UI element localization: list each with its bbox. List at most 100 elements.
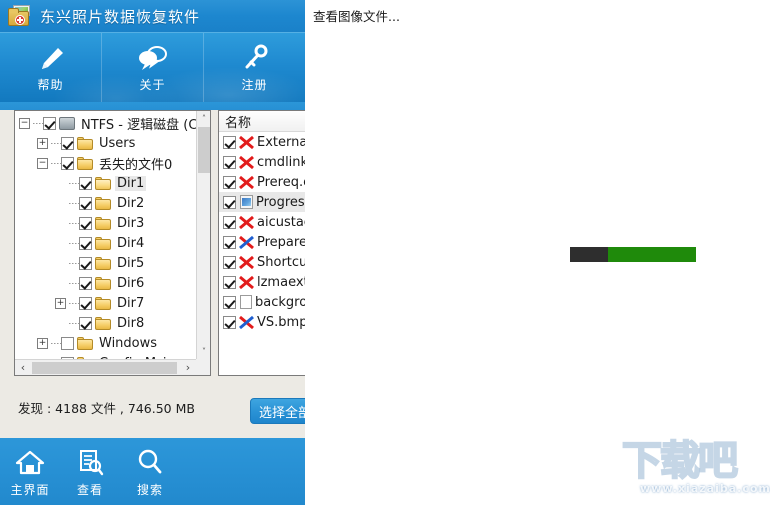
tree-item-checkbox[interactable] (79, 276, 92, 290)
tree-item[interactable]: − NTFS - 逻辑磁盘 (C:) (15, 113, 196, 133)
red-cross-icon (239, 175, 254, 190)
tree-vertical-scrollbar[interactable]: ˄ ˅ (196, 111, 210, 359)
folder-icon (95, 296, 111, 310)
title-bar: 东兴照片数据恢复软件 (0, 0, 305, 33)
folder-open-icon (95, 176, 111, 190)
tree-item-checkbox[interactable] (43, 116, 56, 130)
ribbon-label-help: 帮助 (37, 77, 64, 92)
main-application-window: 东兴照片数据恢复软件 帮助 关于 注册 − NTFS - 逻辑磁盘 (C:) +… (0, 0, 305, 505)
tree-item-label: Dir2 (117, 195, 145, 211)
red-cross-icon (239, 275, 254, 290)
tree-item-checkbox[interactable] (61, 136, 74, 150)
tree-item[interactable]: Dir6 (15, 273, 196, 293)
blue-red-cross-icon (239, 315, 254, 330)
file-list-row[interactable]: lzmaextr (219, 272, 305, 292)
ribbon-label-register: 注册 (241, 77, 268, 92)
tree-item[interactable]: Dir3 (15, 213, 196, 233)
tree-vscroll-thumb[interactable] (198, 127, 210, 173)
file-row-checkbox[interactable] (223, 215, 236, 229)
bottom-button-home[interactable]: 主界面 (0, 438, 60, 505)
file-list-row[interactable]: PrepareI (219, 232, 305, 252)
tree-horizontal-scrollbar[interactable]: ‹ › (15, 359, 210, 375)
file-row-label: cmdlinka (257, 154, 305, 170)
file-row-checkbox[interactable] (223, 195, 236, 209)
tree-item-checkbox[interactable] (79, 256, 92, 270)
file-list-panel[interactable]: 名称 ExternalUI cmdlinka Prereq.c Progress aic… (218, 110, 305, 376)
scroll-left-icon[interactable]: ‹ (15, 360, 31, 375)
file-list-row[interactable]: ExternalUI (219, 132, 305, 152)
file-row-checkbox[interactable] (223, 295, 236, 309)
file-row-checkbox[interactable] (223, 315, 236, 329)
tree-item-checkbox[interactable] (79, 216, 92, 230)
tree-item-checkbox[interactable] (61, 336, 74, 350)
file-list-header[interactable]: 名称 (219, 111, 305, 132)
pen-icon (36, 43, 66, 73)
select-all-button[interactable]: 选择全部 (250, 398, 305, 424)
tree-item[interactable]: + Windows (15, 333, 196, 353)
scrollbar-corner (196, 359, 210, 375)
tree-connector-line (69, 182, 79, 184)
folder-icon (95, 256, 111, 270)
tree-expander-placeholder (55, 238, 66, 249)
file-row-checkbox[interactable] (223, 235, 236, 249)
tree-item-checkbox[interactable] (79, 316, 92, 330)
file-list-rows[interactable]: ExternalUI cmdlinka Prereq.c Progress aicust… (219, 132, 305, 332)
tree-item[interactable]: Dir1 (15, 173, 196, 193)
file-row-checkbox[interactable] (223, 135, 236, 149)
file-list-row[interactable]: cmdlinka (219, 152, 305, 172)
bottom-button-search[interactable]: 搜索 (120, 438, 180, 505)
tree-connector-line (69, 302, 79, 304)
tree-expander-placeholder (55, 178, 66, 189)
file-list-row[interactable]: Prereq.c (219, 172, 305, 192)
file-row-label: Prereq.c (257, 174, 305, 190)
tree-item[interactable]: + Dir7 (15, 293, 196, 313)
tree-item-checkbox[interactable] (79, 296, 92, 310)
file-row-label: PrepareI (257, 234, 305, 250)
tree-item-label: Windows (99, 335, 158, 351)
tree-item[interactable]: Dir4 (15, 233, 196, 253)
tree-item[interactable]: + Users (15, 133, 196, 153)
ribbon-label-about: 关于 (139, 77, 166, 92)
ribbon-button-register[interactable]: 注册 (203, 33, 305, 102)
tree-item-label: Dir8 (117, 315, 145, 331)
collapse-minus-icon[interactable]: − (37, 157, 48, 169)
directory-tree-list[interactable]: − NTFS - 逻辑磁盘 (C:) + Users − 丢失的文件0 Dir1 Dir2 Di… (15, 111, 196, 359)
collapse-minus-icon[interactable]: − (19, 117, 30, 129)
header-divider-strip (0, 102, 305, 110)
bottom-button-view[interactable]: 查看 (60, 438, 120, 505)
scroll-right-icon[interactable]: › (180, 360, 196, 375)
tree-item-checkbox[interactable] (61, 156, 74, 170)
tree-item-checkbox[interactable] (79, 176, 92, 190)
ribbon-button-about[interactable]: 关于 (101, 33, 203, 102)
tree-hscroll-thumb[interactable] (32, 362, 177, 374)
tree-item-checkbox[interactable] (79, 236, 92, 250)
file-row-checkbox[interactable] (223, 275, 236, 289)
scroll-up-icon[interactable]: ˄ (197, 111, 210, 126)
tree-item-checkbox[interactable] (79, 196, 92, 210)
tree-item[interactable]: − 丢失的文件0 (15, 153, 196, 173)
tree-expander-placeholder (55, 278, 66, 289)
tree-item[interactable]: Dir5 (15, 253, 196, 273)
tree-connector-line (69, 322, 79, 324)
image-viewer-overlay-window[interactable]: 查看图像文件... (305, 0, 770, 490)
file-list-row[interactable]: Progress (219, 192, 305, 212)
file-list-row[interactable]: backgro (219, 292, 305, 312)
file-list-row[interactable]: aicustact (219, 212, 305, 232)
directory-tree-panel[interactable]: − NTFS - 逻辑磁盘 (C:) + Users − 丢失的文件0 Dir1 Dir2 Di… (14, 110, 211, 376)
file-list-row[interactable]: VS.bmp (219, 312, 305, 332)
file-row-checkbox[interactable] (223, 155, 236, 169)
tree-expander-placeholder (55, 318, 66, 329)
blue-red-cross-icon (239, 235, 254, 250)
file-row-checkbox[interactable] (223, 175, 236, 189)
expand-plus-icon[interactable]: + (37, 137, 48, 149)
tree-item-label: Dir6 (117, 275, 145, 291)
scroll-down-icon[interactable]: ˅ (197, 344, 210, 359)
expand-plus-icon[interactable]: + (55, 297, 66, 309)
expand-plus-icon[interactable]: + (37, 337, 48, 349)
file-list-row[interactable]: Shortcut (219, 252, 305, 272)
ribbon-button-help[interactable]: 帮助 (0, 33, 101, 102)
file-row-checkbox[interactable] (223, 255, 236, 269)
tree-item[interactable]: Dir2 (15, 193, 196, 213)
folder-icon (95, 236, 111, 250)
tree-item[interactable]: Dir8 (15, 313, 196, 333)
